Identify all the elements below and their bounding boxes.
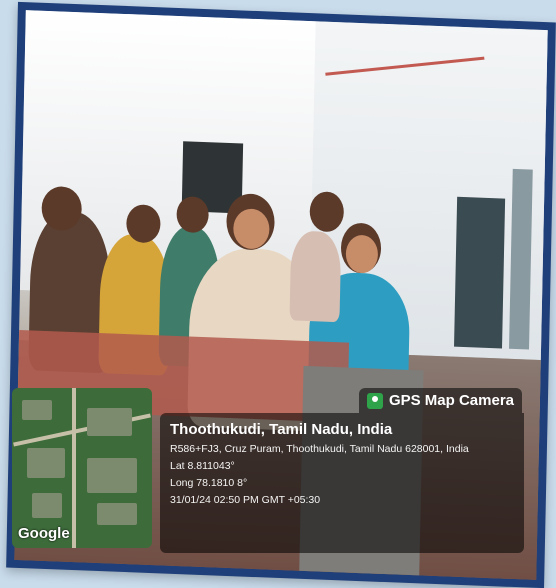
longitude: Long 78.1810 8° xyxy=(170,477,248,489)
map-block xyxy=(87,458,137,493)
map-block xyxy=(32,493,62,518)
person-6 xyxy=(289,230,342,323)
map-block xyxy=(27,448,65,478)
map-road xyxy=(72,388,76,548)
map-pin-icon xyxy=(366,392,383,409)
map-block xyxy=(22,400,52,420)
doorway xyxy=(509,168,533,350)
map-block xyxy=(87,408,132,436)
gps-overlay: Google GPS Map Camera Thoothukudi, Tamil… xyxy=(12,388,524,553)
location-title: Thoothukudi, Tamil Nadu, India xyxy=(170,421,393,438)
info-column: GPS Map Camera Thoothukudi, Tamil Nadu, … xyxy=(160,388,524,553)
latitude: Lat 8.811043° xyxy=(170,460,235,472)
gps-map-camera-badge: GPS Map Camera xyxy=(358,388,522,413)
timestamp: 31/01/24 02:50 PM GMT +05:30 xyxy=(170,494,321,506)
gps-badge-label: GPS Map Camera xyxy=(388,392,514,409)
address: R586+FJ3, Cruz Puram, Thoothukudi, Tamil… xyxy=(170,443,469,455)
google-logo: Google xyxy=(18,525,70,542)
door xyxy=(454,196,506,349)
map-thumbnail: Google xyxy=(12,388,152,548)
location-info: Thoothukudi, Tamil Nadu, India R586+FJ3,… xyxy=(160,413,524,553)
map-block xyxy=(97,503,137,525)
